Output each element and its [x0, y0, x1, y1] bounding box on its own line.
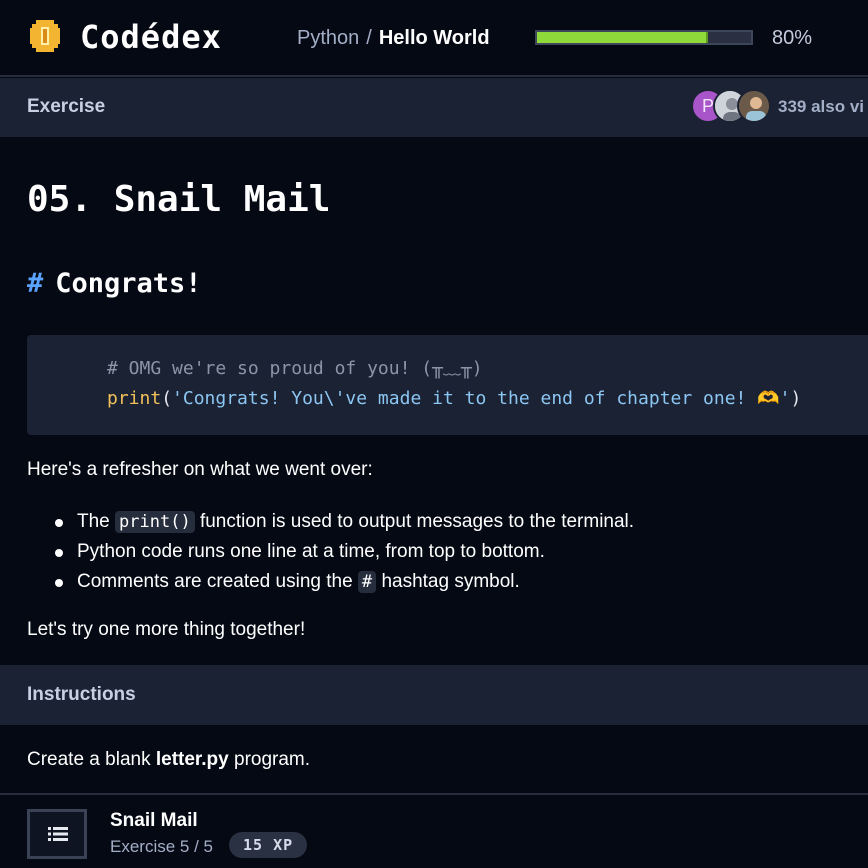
person-icon: [739, 91, 769, 121]
breadcrumb: Python / Hello World: [297, 25, 490, 51]
code-paren-open: (: [161, 388, 173, 409]
logo-wordmark[interactable]: Codédex: [80, 18, 222, 56]
code-block: # OMG we're so proud of you! (╥﹏╥) print…: [27, 335, 868, 435]
code-paren-close: ): [790, 388, 802, 409]
breadcrumb-current[interactable]: Hello World: [379, 27, 490, 49]
section-heading-text: Congrats!: [55, 268, 202, 299]
instructions-text-part: Create a blank: [27, 749, 156, 770]
list-item: Comments are created using the # hashtag…: [55, 567, 634, 597]
heading-hash: #: [27, 268, 44, 299]
list-item-text: Python code runs one line at a time, fro…: [77, 541, 545, 562]
list-item-text: Comments are created using the: [77, 571, 358, 592]
top-bar: Codédex Python / Hello World 80%: [0, 0, 868, 77]
list-item-text: function is used to output messages to t…: [194, 511, 635, 532]
lesson-outro: Let's try one more thing together!: [27, 619, 306, 640]
list-menu-icon: [48, 827, 68, 841]
instructions-text-part: program.: [228, 749, 311, 770]
footer-exercise-count: Exercise 5 / 5: [110, 837, 213, 856]
viewer-avatars[interactable]: P: [691, 89, 781, 125]
coin-logo-icon[interactable]: [30, 20, 60, 52]
breadcrumb-course[interactable]: Python: [297, 27, 359, 49]
viewers-count: 339 also vi: [778, 97, 865, 116]
avatar: [737, 89, 771, 123]
section-heading: # Congrats!: [27, 266, 202, 302]
instructions-header: Instructions: [0, 665, 868, 725]
code-print-line: print('Congrats! You\'ve made it to the …: [107, 388, 801, 410]
exercise-heading: Exercise: [27, 96, 106, 117]
instructions-text: Create a blank letter.py program.: [27, 747, 310, 773]
instructions-heading: Instructions: [27, 684, 136, 705]
list-item-text: hashtag symbol.: [376, 571, 520, 592]
inline-code: #: [357, 571, 377, 593]
refresher-intro: Here's a refresher on what we went over:: [27, 459, 373, 480]
breadcrumb-separator: /: [366, 27, 372, 49]
list-item: The print() function is used to output m…: [55, 507, 634, 537]
refresher-list: The print() function is used to output m…: [55, 507, 634, 597]
list-item-text: The: [77, 511, 116, 532]
progress-label: 80%: [772, 27, 813, 49]
code-comment-line: # OMG we're so proud of you! (╥﹏╥): [107, 358, 483, 379]
code-function-token: print: [107, 388, 162, 409]
lesson-title: 05. Snail Mail: [27, 179, 331, 220]
code-string-token: 'Congrats! You\'ve made it to the end of…: [172, 388, 791, 409]
footer-exercise-title: Snail Mail: [110, 810, 198, 831]
footer-bar: Snail Mail Exercise 5 / 5 15 XP: [0, 793, 868, 868]
exercise-header: Exercise P 339 also vi: [0, 78, 868, 137]
inline-code: print(): [115, 511, 195, 533]
xp-badge: 15 XP: [229, 832, 308, 858]
list-item: Python code runs one line at a time, fro…: [55, 537, 634, 567]
progress-bar: [535, 30, 753, 45]
instructions-filename: letter.py: [155, 749, 229, 770]
exercise-menu-button[interactable]: [27, 809, 87, 859]
progress-bar-fill: [537, 32, 709, 43]
